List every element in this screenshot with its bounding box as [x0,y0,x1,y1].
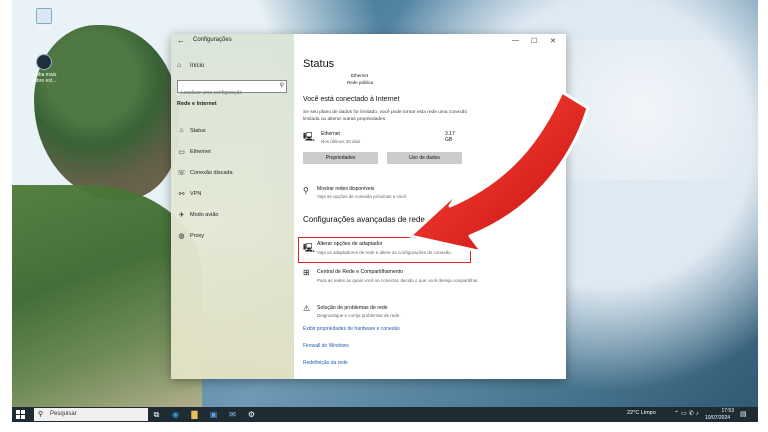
adapter-title: Alterar opções de adaptador [317,241,383,247]
globe-icon: ◍ [178,233,185,240]
settings-search[interactable]: ⚲ [177,80,287,98]
network-sharing-center-row[interactable]: ⊞ Central de Rede e Compartilhamento Par… [303,268,493,292]
ethernet-icon: ▭ [178,149,185,156]
weather-widget[interactable]: 22°C Limpo [627,410,656,416]
change-adapter-options-row[interactable]: 🖳 Alterar opções de adaptador Veja os ad… [298,237,471,263]
connection-type: Ethernet [351,73,369,78]
data-usage-button[interactable]: Uso de dados [387,152,462,164]
sidebar-item-airplane-mode[interactable]: ✈ Modo avião [177,210,287,222]
window-controls: — ☐ ✕ [506,34,566,48]
sidebar-item-status[interactable]: ⌂ Status [177,126,287,138]
connected-heading: Você está conectado à Internet [303,96,400,103]
sidebar-item-ethernet[interactable]: ▭ Ethernet [177,147,287,159]
settings-content: — ☐ ✕ Status Ethernet Rede pública Você … [294,34,566,379]
back-arrow-icon[interactable]: ← [177,36,185,45]
sidebar-item-label: Proxy [190,233,205,239]
edge-icon[interactable]: ◉ [170,409,181,420]
sidebar-item-label: Ethernet [190,149,211,155]
maximize-icon[interactable]: ☐ [531,37,537,45]
rock-island [34,25,179,200]
sidebar-item-proxy[interactable]: ◍ Proxy [177,231,287,243]
taskbar-search-label: Pesquisar [50,411,77,417]
clock-time[interactable]: 17:53 [712,408,734,414]
advanced-settings-heading: Configurações avançadas de rede [303,215,425,224]
warning-icon: ⚠ [303,304,311,313]
sidebar-item-home[interactable]: ⌂ Início [177,61,287,73]
sidebar-item-label: Modo avião [190,212,219,218]
settings-sidebar: ← Configurações ⌂ Início ⚲ Rede e Intern… [171,34,294,379]
notification-icon[interactable]: ▤ [740,410,747,418]
sidebar-item-label: Status [190,128,206,134]
settings-gear-icon[interactable]: ⚙ [246,409,257,420]
window-title: Configurações [193,37,232,43]
home-network-icon: ⌂ [179,127,184,134]
learn-more-icon [36,54,52,70]
hardware-properties-link[interactable]: Exibir propriedades de hardware e conexã… [303,326,400,332]
settings-window: ← Configurações ⌂ Início ⚲ Rede e Intern… [171,34,566,379]
ethernet-usage-value: 3.17 GB [445,131,455,143]
desktop-icon-label: Saiba mais sobre est... [31,72,57,84]
recycle-bin-icon [36,8,52,24]
ethernet-usage-row: 🖳 Ethernet Nos últimos 30 dias 3.17 GB [303,130,463,148]
ethernet-period: Nos últimos 30 dias [321,139,361,144]
show-networks-subtitle: Veja as opções de conexão próximas a voc… [317,194,408,199]
search-icon: ⚲ [279,83,284,89]
connection-profile: Rede pública [347,80,374,85]
taskbar-search[interactable]: ⚲ Pesquisar [34,408,148,421]
airplane-icon: ✈ [178,212,185,219]
show-networks-title: Mostrar redes disponíveis [317,186,375,192]
system-tray-icons[interactable]: ⌃▭✆♪ [674,410,701,417]
search-input[interactable] [178,88,273,98]
taskbar: ⚲ Pesquisar ⧉ ◉ ▇ ▣ ✉ ⚙ 22°C Limpo ⌃▭✆♪ … [12,407,758,422]
title-bar[interactable]: ← Configurações [171,34,294,48]
connected-description: Se seu plano de dados for limitado, você… [303,110,467,122]
vpn-icon: ⚯ [178,191,185,198]
sharing-center-title: Central de Rede e Compartilhamento [317,269,403,275]
sidebar-section-title: Rede e Internet [177,101,217,107]
show-networks-row[interactable]: ⚲ Mostrar redes disponíveis Veja as opçõ… [303,185,493,203]
desktop-icon-learn-more[interactable]: Saiba mais sobre est... [26,54,62,84]
properties-button[interactable]: Propriedades [303,152,378,164]
search-icon: ⚲ [38,411,44,418]
monitor-icon: 🖳 [303,132,316,142]
sidebar-item-label: VPN [190,191,202,197]
network-reset-link[interactable]: Redefinição da rede [303,360,348,366]
firewall-link[interactable]: Firewall do Windows [303,343,349,349]
dialup-icon: ☏ [177,170,186,177]
home-icon: ⌂ [177,62,182,69]
desktop-icon-label: Lixeira [36,26,52,32]
sidebar-item-label: Conexão discada [190,170,233,176]
troubleshooter-subtitle: Diagnostique e corrija problemas de rede… [317,313,401,318]
troubleshooter-row[interactable]: ⚠ Solução de problemas de rede Diagnosti… [303,304,493,322]
page-title: Status [303,58,335,70]
adapter-subtitle: Veja os adaptadores de rede e altere as … [317,250,452,255]
sidebar-item-dialup[interactable]: ☏ Conexão discada [177,168,287,180]
desktop-icon-recycle-bin[interactable]: Lixeira [26,8,62,32]
sharing-center-subtitle: Para as redes às quais você se conectar,… [317,278,479,283]
sidebar-item-label: Início [190,63,205,69]
sidebar-item-vpn[interactable]: ⚯ VPN [177,189,287,201]
windows-start-icon[interactable] [16,410,25,419]
minimize-icon[interactable]: — [512,37,519,44]
task-view-icon[interactable]: ⧉ [151,409,162,420]
ethernet-name: Ethernet [321,131,340,137]
close-icon[interactable]: ✕ [550,37,556,45]
store-icon[interactable]: ▣ [208,409,219,420]
troubleshooter-title: Solução de problemas de rede [317,305,388,311]
sharing-center-icon: ⊞ [303,268,310,277]
network-antenna-icon: ⚲ [303,186,309,195]
mail-icon[interactable]: ✉ [227,409,238,420]
file-explorer-icon[interactable]: ▇ [189,409,200,420]
adapter-icon: 🖳 [303,243,316,253]
clock-date[interactable]: 10/07/2024 [705,415,730,421]
